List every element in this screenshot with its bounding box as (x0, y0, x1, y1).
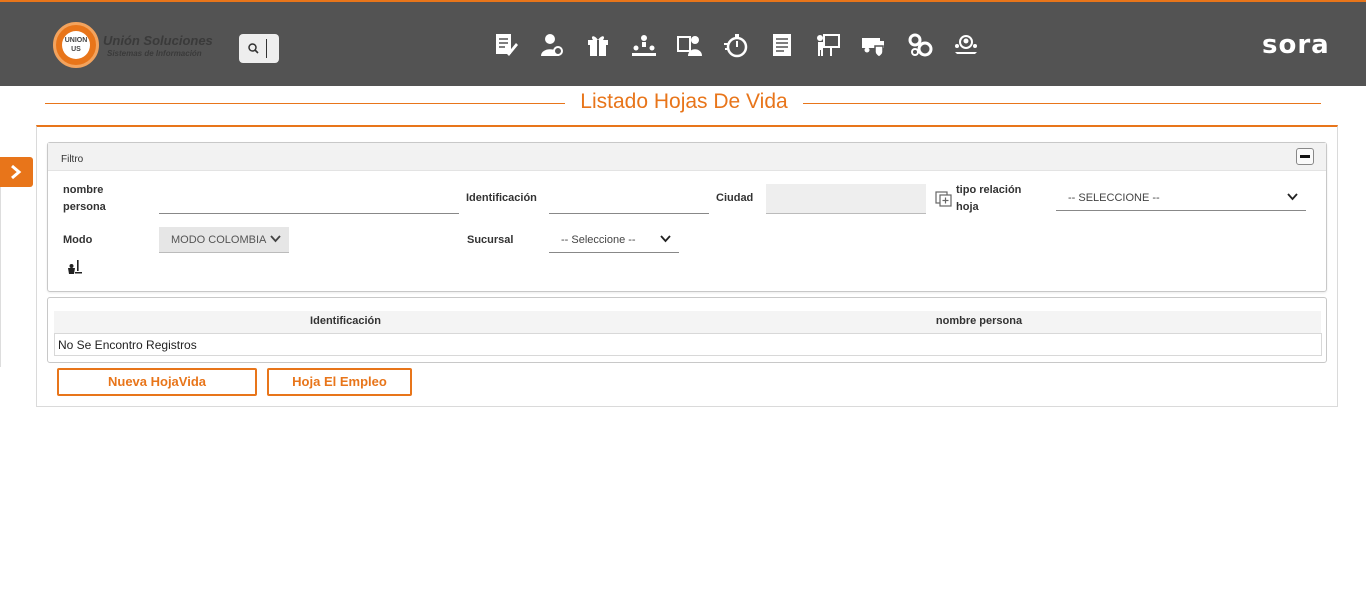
column-header-identificacion[interactable]: Identificación (54, 315, 637, 327)
chevron-down-icon (660, 235, 671, 243)
search-divider (266, 39, 267, 58)
column-header-nombre[interactable]: nombre persona (637, 315, 1321, 327)
page-title: Listado Hojas De Vida (580, 90, 788, 113)
brand-logo: sora (1262, 30, 1330, 60)
filter-panel: Filtro (47, 142, 1327, 292)
identificacion-input[interactable] (549, 184, 709, 214)
table-body: No Se Encontro Registros (54, 333, 1322, 356)
table-header: Identificación nombre persona (54, 311, 1321, 333)
sidebar-toggle[interactable] (0, 157, 33, 187)
chevron-down-icon (1287, 193, 1298, 201)
title-divider-right (803, 103, 1321, 104)
company-logo[interactable]: UNION US Unión Soluciones Sistemas de In… (53, 22, 228, 70)
logo-name: Unión Soluciones (103, 33, 213, 48)
lookup-icon[interactable] (935, 191, 952, 207)
search-icon (248, 43, 259, 54)
ciudad-label: Ciudad (716, 192, 754, 204)
tipo-relacion-select[interactable]: -- SELECCIONE -- (1056, 185, 1306, 211)
filter-header: Filtro (48, 143, 1326, 171)
tipo-relacion-label: tipo relación hoja (956, 184, 1022, 213)
empty-message: No Se Encontro Registros (58, 338, 197, 352)
logo-tagline: Sistemas de Información (107, 49, 202, 58)
gift-icon[interactable] (585, 32, 611, 58)
broom-icon[interactable] (67, 259, 83, 275)
filter-title: Filtro (61, 154, 84, 165)
new-hoja-vida-button[interactable]: Nueva HojaVida (57, 368, 257, 396)
chevron-right-icon (11, 164, 22, 180)
search-button[interactable] (239, 34, 279, 63)
gears-icon[interactable] (907, 32, 933, 58)
sucursal-value: -- Seleccione -- (561, 234, 636, 246)
truck-shield-icon[interactable] (861, 32, 887, 58)
top-bar: UNION US Unión Soluciones Sistemas de In… (0, 0, 1366, 86)
identificacion-label: Identificación (466, 192, 537, 204)
document-edit-icon[interactable] (493, 32, 519, 58)
sidebar-edge (0, 187, 1, 367)
sucursal-label: Sucursal (467, 234, 514, 246)
logo-badge: UNION US (53, 22, 99, 68)
sucursal-select[interactable]: -- Seleccione -- (549, 227, 679, 253)
modo-label: Modo (63, 234, 93, 246)
nombre-label: nombre persona (63, 184, 106, 213)
logo-badge-text: UNION US (62, 31, 90, 59)
presentation-icon[interactable] (815, 32, 841, 58)
report-icon[interactable] (769, 32, 795, 58)
user-settings-icon[interactable] (539, 32, 565, 58)
ciudad-input (766, 184, 926, 214)
user-group-icon[interactable] (953, 32, 979, 58)
modo-value: MODO COLOMBIA (171, 234, 267, 246)
modo-select: MODO COLOMBIA (159, 227, 289, 253)
chevron-down-icon (270, 235, 281, 243)
hoja-el-empleo-button[interactable]: Hoja El Empleo (267, 368, 412, 396)
nombre-input[interactable] (159, 184, 459, 214)
hierarchy-icon[interactable] (631, 32, 657, 58)
user-card-icon[interactable] (677, 32, 703, 58)
collapse-button[interactable] (1296, 148, 1314, 165)
stopwatch-icon[interactable] (723, 32, 749, 58)
title-divider-left (45, 103, 565, 104)
tipo-relacion-value: -- SELECCIONE -- (1068, 192, 1160, 204)
